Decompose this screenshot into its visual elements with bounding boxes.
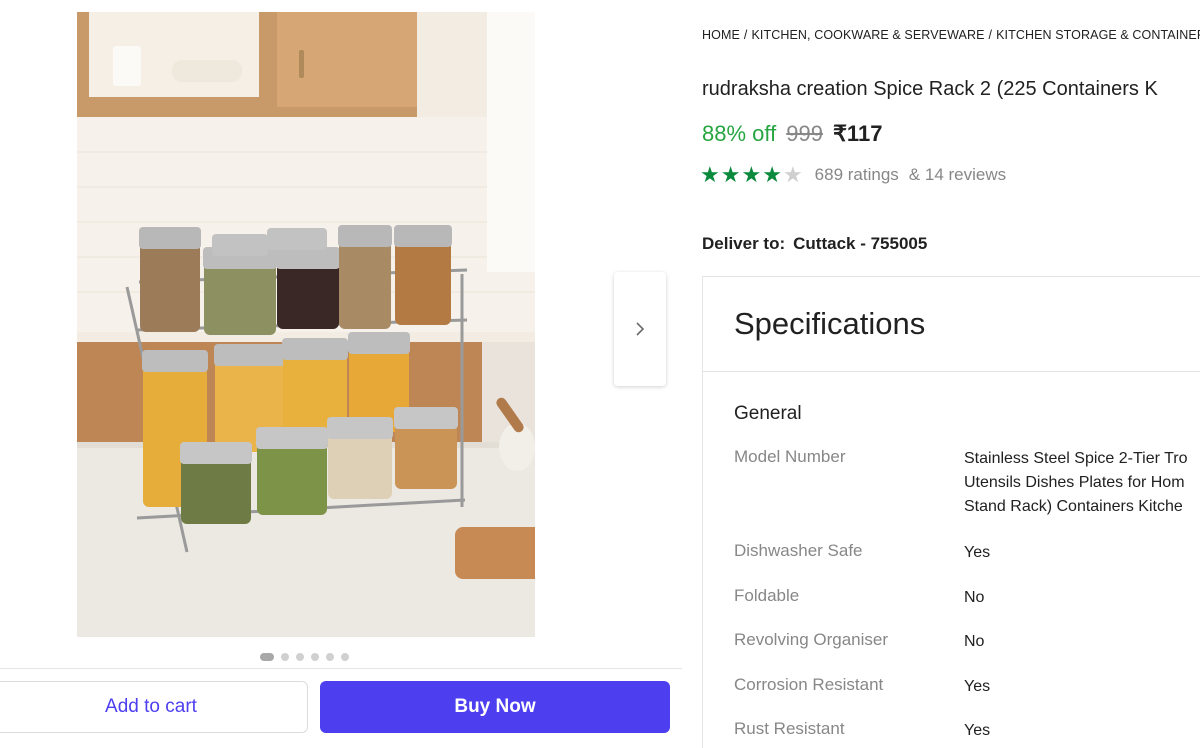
star-rating: ★ ★ ★ ★ ★: [700, 164, 803, 186]
spec-group-title: General: [734, 403, 802, 424]
specifications-title: Specifications: [734, 306, 926, 341]
delivery-location[interactable]: Deliver to: Cuttack - 755005: [702, 234, 927, 254]
breadcrumb-separator: /: [743, 28, 748, 42]
ratings-count[interactable]: 689 ratings: [815, 165, 899, 185]
spec-key: Revolving Organiser: [734, 630, 889, 649]
breadcrumb: HOME / KITCHEN, COOKWARE & SERVEWARE / KITCH…: [702, 28, 1200, 42]
specifications-header: Specifications: [703, 277, 1200, 372]
chevron-right-icon: [636, 322, 645, 336]
spec-value: Yes: [964, 678, 991, 695]
breadcrumb-separator: /: [988, 28, 993, 42]
spec-value: Stainless Steel Spice 2-Tier Tro Utensil…: [964, 447, 1200, 519]
deliver-to-label: Deliver to:: [702, 234, 786, 253]
product-image[interactable]: [77, 12, 535, 637]
specifications-panel: Specifications General Model Number Stai…: [702, 276, 1200, 748]
carousel-dot[interactable]: [311, 653, 319, 661]
spec-key: Rust Resistant: [734, 719, 845, 738]
selling-price: ₹117: [832, 121, 883, 146]
spec-key: Corrosion Resistant: [734, 675, 884, 694]
star-icon: ★: [782, 162, 803, 187]
carousel-dot[interactable]: [341, 653, 349, 661]
carousel-dot[interactable]: [326, 653, 334, 661]
spec-value: No: [964, 589, 985, 606]
product-title: rudraksha creation Spice Rack 2 (225 Con…: [702, 78, 1158, 100]
buy-now-button[interactable]: Buy Now: [320, 681, 670, 733]
reviews-count[interactable]: & 14 reviews: [909, 165, 1006, 185]
spec-key: Model Number: [734, 447, 846, 466]
spec-value-line: Utensils Dishes Plates for Hom: [964, 474, 1185, 491]
spec-value: No: [964, 633, 985, 650]
carousel-dot[interactable]: [260, 653, 274, 661]
original-price: 999: [786, 121, 823, 146]
add-to-cart-button[interactable]: Add to cart: [0, 681, 308, 733]
carousel-dot[interactable]: [281, 653, 289, 661]
breadcrumb-item[interactable]: HOME: [702, 28, 740, 42]
price-row: 88% off 999 ₹117: [702, 121, 882, 147]
spec-key: Dishwasher Safe: [734, 541, 863, 560]
spec-value: Yes: [964, 544, 991, 561]
spec-value-line: Stand Rack) Containers Kitche: [964, 498, 1183, 515]
carousel-dots: [260, 653, 349, 661]
spec-key: Foldable: [734, 586, 800, 605]
spec-value-line: Stainless Steel Spice 2-Tier Tro: [964, 450, 1188, 467]
star-icon: ★: [741, 162, 762, 187]
carousel-next-button[interactable]: [614, 272, 666, 386]
carousel-dot[interactable]: [296, 653, 304, 661]
star-icon: ★: [720, 162, 741, 187]
discount-percent: 88% off: [702, 121, 777, 146]
rating-row: ★ ★ ★ ★ ★ 689 ratings & 14 reviews: [700, 164, 1006, 186]
star-icon: ★: [762, 162, 782, 187]
purchase-action-bar: Add to cart Buy Now: [0, 668, 682, 748]
breadcrumb-item[interactable]: KITCHEN, COOKWARE & SERVEWARE: [751, 28, 984, 42]
delivery-pincode: Cuttack - 755005: [793, 234, 928, 253]
star-icon: ★: [700, 162, 720, 187]
breadcrumb-item[interactable]: KITCHEN STORAGE & CONTAINER: [996, 28, 1200, 42]
spec-value: Yes: [964, 722, 991, 739]
